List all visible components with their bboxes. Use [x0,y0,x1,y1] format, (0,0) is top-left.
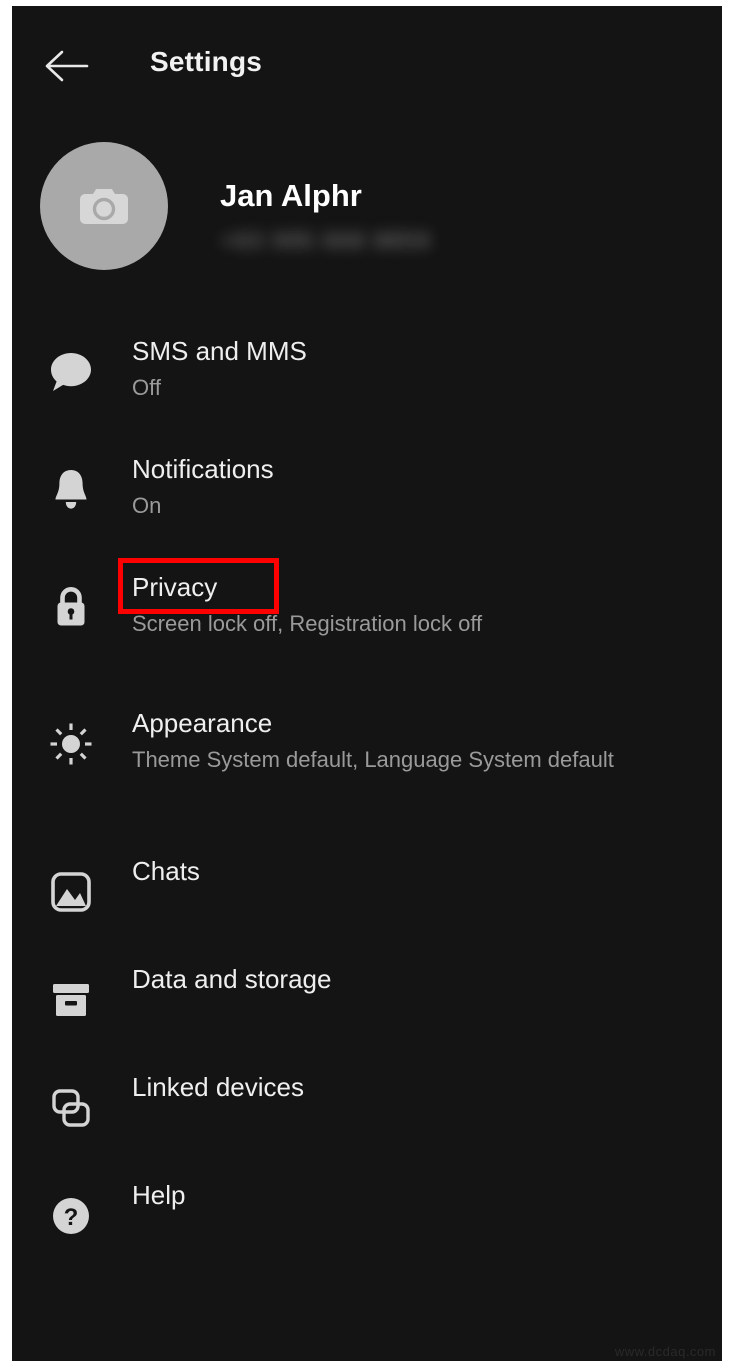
privacy-highlight-wrapper: Privacy [118,558,280,614]
setting-text-privacy: Privacy Screen lock off, Registration lo… [106,556,698,640]
help-circle-icon: ? [36,1164,106,1268]
setting-title: Help [132,1180,186,1210]
setting-row-notifications[interactable]: Notifications On [12,438,722,556]
setting-row-linked-devices[interactable]: Linked devices [12,1056,722,1164]
brightness-sun-icon [36,692,106,796]
setting-row-appearance[interactable]: Appearance Theme System default, Languag… [12,692,722,840]
back-button[interactable] [41,40,93,92]
page-title: Settings [150,46,263,77]
camera-icon [78,183,130,229]
profile-row[interactable]: Jan Alphr +63 995 668 8859 [12,124,722,314]
setting-row-data-and-storage[interactable]: Data and storage [12,948,722,1056]
setting-text-data-and-storage: Data and storage [106,948,698,996]
setting-row-chats[interactable]: Chats [12,840,722,948]
settings-list: SMS and MMS Off Notifications On Privacy… [12,314,722,1272]
profile-name: Jan Alphr [220,178,362,213]
setting-text-linked-devices: Linked devices [106,1056,698,1104]
linked-devices-icon [36,1056,106,1160]
setting-row-help[interactable]: ? Help [12,1164,722,1272]
avatar[interactable] [40,142,168,270]
app-bar: Settings [12,6,722,124]
setting-text-notifications: Notifications On [106,438,698,522]
setting-title: Privacy [132,572,218,602]
profile-phone-redacted: +63 995 668 8859 [221,228,432,253]
setting-text-chats: Chats [106,840,698,888]
setting-row-sms-and-mms[interactable]: SMS and MMS Off [12,320,722,438]
setting-title: Linked devices [132,1072,304,1102]
setting-row-privacy[interactable]: Privacy Screen lock off, Registration lo… [12,556,722,692]
settings-screen: Settings Jan Alphr +63 995 668 8859 SMS … [0,0,735,1367]
chat-bubble-icon [36,320,106,424]
setting-title: Data and storage [132,964,332,994]
archive-box-icon [36,948,106,1052]
app-panel: Settings Jan Alphr +63 995 668 8859 SMS … [12,6,722,1361]
setting-subtitle: On [132,493,162,518]
setting-title: Notifications [132,454,274,484]
setting-text-help: Help [106,1164,698,1212]
setting-subtitle: Off [132,375,161,400]
watermark: www.dcdaq.com [614,1344,716,1359]
svg-text:?: ? [64,1204,79,1231]
arrow-left-icon [45,49,89,83]
setting-text-sms-and-mms: SMS and MMS Off [106,320,698,404]
setting-text-appearance: Appearance Theme System default, Languag… [106,692,698,776]
bell-icon [36,438,106,542]
setting-title: SMS and MMS [132,336,307,366]
setting-title: Chats [132,856,200,886]
image-icon [36,840,106,944]
setting-title: Appearance [132,708,273,738]
setting-subtitle: Screen lock off, Registration lock off [132,611,483,636]
lock-icon [36,556,106,660]
setting-subtitle: Theme System default, Language System de… [132,747,614,772]
